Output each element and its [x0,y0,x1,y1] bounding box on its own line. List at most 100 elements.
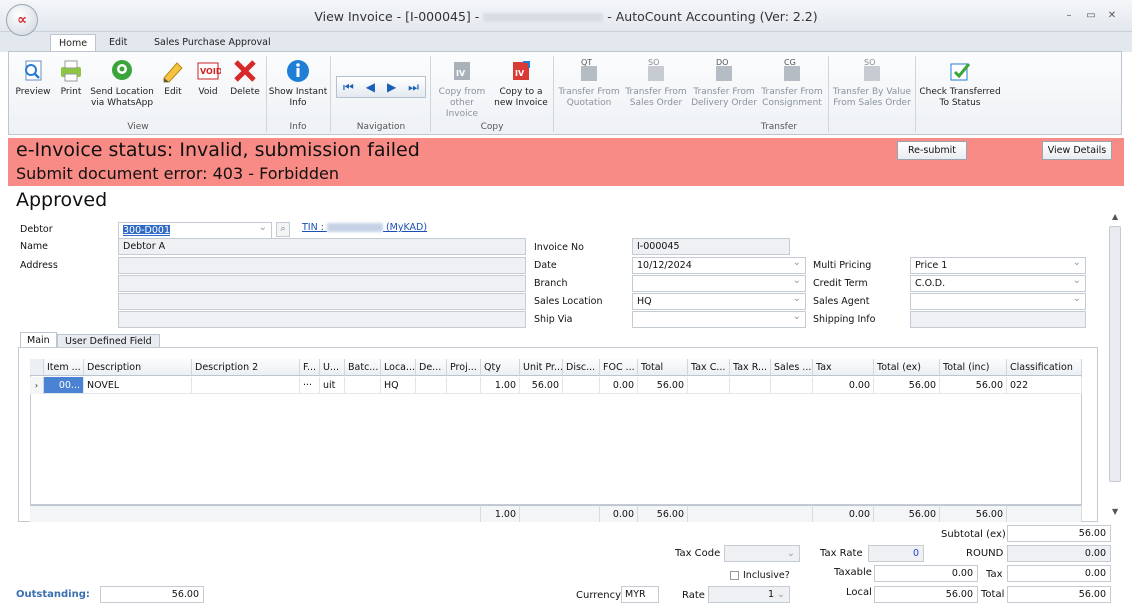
view-details-button[interactable]: View Details [1042,141,1112,160]
col-location[interactable]: Loca... [381,359,416,376]
tab-main[interactable]: Main [20,332,57,348]
col-project[interactable]: Proj... [447,359,481,376]
sales-agent-field[interactable] [910,291,1086,310]
address-line-4[interactable] [118,311,526,328]
cell-description[interactable]: NOVEL [84,377,192,394]
cell-f[interactable]: ··· [300,377,320,394]
cell-tax-code[interactable] [688,377,730,394]
tab-home[interactable]: Home [50,34,97,52]
col-uom[interactable]: U... [320,359,345,376]
cell-tax[interactable]: 0.00 [813,377,874,394]
transfer-from-consignment-button[interactable]: CG Transfer From Consignment [759,58,825,120]
col-qty[interactable]: Qty [481,359,520,376]
edit-button[interactable]: Edit [158,58,188,120]
footer-tax: 0.00 [813,505,874,522]
vertical-scrollbar[interactable]: ▲ ▼ [1108,212,1122,517]
previous-record-icon[interactable]: ◀ [366,80,375,94]
transfer-from-sales-order-button[interactable]: SO Transfer From Sales Order [623,58,689,120]
delivery-order-doc-icon: DO [711,58,737,84]
col-total-ex[interactable]: Total (ex) [874,359,940,376]
col-dept[interactable]: De... [416,359,447,376]
col-item[interactable]: Item ... [44,359,84,376]
scroll-up-icon[interactable]: ▲ [1112,212,1118,221]
name-field[interactable]: Debtor A [118,238,526,255]
cell-sales[interactable] [771,377,813,394]
cell-tax-rate[interactable] [730,377,771,394]
cell-uom[interactable]: uit [320,377,345,394]
currency-field[interactable]: MYR [621,586,659,603]
col-tax[interactable]: Tax [813,359,874,376]
col-tax-rate[interactable]: Tax R... [730,359,771,376]
delete-button[interactable]: Delete [229,58,261,120]
col-f[interactable]: F... [300,359,320,376]
cell-total[interactable]: 56.00 [638,377,688,394]
address-line-2[interactable] [118,275,526,292]
col-classification[interactable]: Classification [1007,359,1082,376]
app-logo[interactable]: ∝ [6,4,38,36]
col-total-inc[interactable]: Total (inc) [940,359,1007,376]
debtor-field[interactable]: 300-D001 [118,220,272,239]
col-unit-price[interactable]: Unit Pr... [520,359,563,376]
col-description[interactable]: Description [84,359,192,376]
cell-qty[interactable]: 1.00 [481,377,520,394]
scroll-thumb[interactable] [1109,226,1121,482]
shipping-info-field[interactable] [910,311,1086,328]
col-discount[interactable]: Disc... [563,359,600,376]
send-whatsapp-button[interactable]: Send Location via WhatsApp [88,58,156,120]
tax-code-field[interactable]: ⌄ [724,545,800,562]
tab-edit[interactable]: Edit [101,34,135,52]
col-total[interactable]: Total [638,359,688,376]
branch-field[interactable] [632,273,806,292]
transfer-by-value-button[interactable]: SO Transfer By Value From Sales Order [831,58,913,120]
check-transferred-status-button[interactable]: Check Transferred To Status [918,58,1002,120]
cell-dept[interactable] [416,377,447,394]
sales-location-field[interactable]: HQ [632,291,806,310]
tab-sales-purchase-approval[interactable]: Sales Purchase Approval [146,34,279,52]
col-tax-code[interactable]: Tax C... [688,359,730,376]
void-button[interactable]: VOID Void [193,58,223,120]
col-foc[interactable]: FOC ... [600,359,638,376]
scroll-down-icon[interactable]: ▼ [1112,507,1118,516]
preview-button[interactable]: Preview [13,58,53,120]
multi-pricing-field[interactable]: Price 1 [910,255,1086,274]
copy-to-new-invoice-button[interactable]: IV Copy to a new Invoice [492,58,550,120]
print-button[interactable]: Print [55,58,87,120]
close-button[interactable]: ✕ [1104,9,1120,23]
transfer-from-quotation-button[interactable]: QT Transfer From Quotation [556,58,622,120]
cell-foc[interactable]: 0.00 [600,377,638,394]
transfer-from-delivery-order-button[interactable]: DO Transfer From Delivery Order [691,58,757,120]
resubmit-button[interactable]: Re-submit [897,141,967,160]
credit-term-field[interactable]: C.O.D. [910,273,1086,292]
cell-location[interactable]: HQ [381,377,416,394]
show-instant-info-button[interactable]: Show Instant Info [268,58,328,120]
ship-via-field[interactable] [632,309,806,328]
cell-unit-price[interactable]: 56.00 [520,377,563,394]
cell-batch[interactable] [345,377,381,394]
taxable-label: Taxable [834,567,872,578]
tin-link[interactable]: TIN : (MyKAD) [302,222,427,233]
address-line-1[interactable] [118,257,526,274]
next-record-icon[interactable]: ▶ [387,80,396,94]
maximize-button[interactable]: ▭ [1083,9,1099,23]
debtor-lookup-icon[interactable]: ⌕ [276,222,290,237]
rate-field[interactable]: 1 ⌄ [708,586,790,603]
invoice-no-field[interactable]: I-000045 [632,238,790,255]
cell-project[interactable] [447,377,481,394]
copy-from-invoice-button[interactable]: IV Copy from other Invoice [434,58,490,120]
address-line-3[interactable] [118,293,526,310]
cell-total-inc[interactable]: 56.00 [940,377,1007,394]
cell-discount[interactable] [563,377,600,394]
col-batch[interactable]: Batc... [345,359,381,376]
last-record-icon[interactable]: ⏭ [408,80,419,95]
inclusive-checkbox[interactable] [730,571,739,580]
col-description-2[interactable]: Description 2 [192,359,300,376]
minimize-button[interactable]: – [1061,9,1077,23]
col-sales[interactable]: Sales ... [771,359,813,376]
tab-user-defined-field[interactable]: User Defined Field [57,334,160,348]
cell-item[interactable]: 00... [44,377,84,394]
cell-total-ex[interactable]: 56.00 [874,377,940,394]
cell-description-2[interactable] [192,377,300,394]
date-field[interactable]: 10/12/2024 [632,255,806,274]
first-record-icon[interactable]: ⏮ [343,80,354,95]
cell-classification[interactable]: 022 [1007,377,1082,394]
